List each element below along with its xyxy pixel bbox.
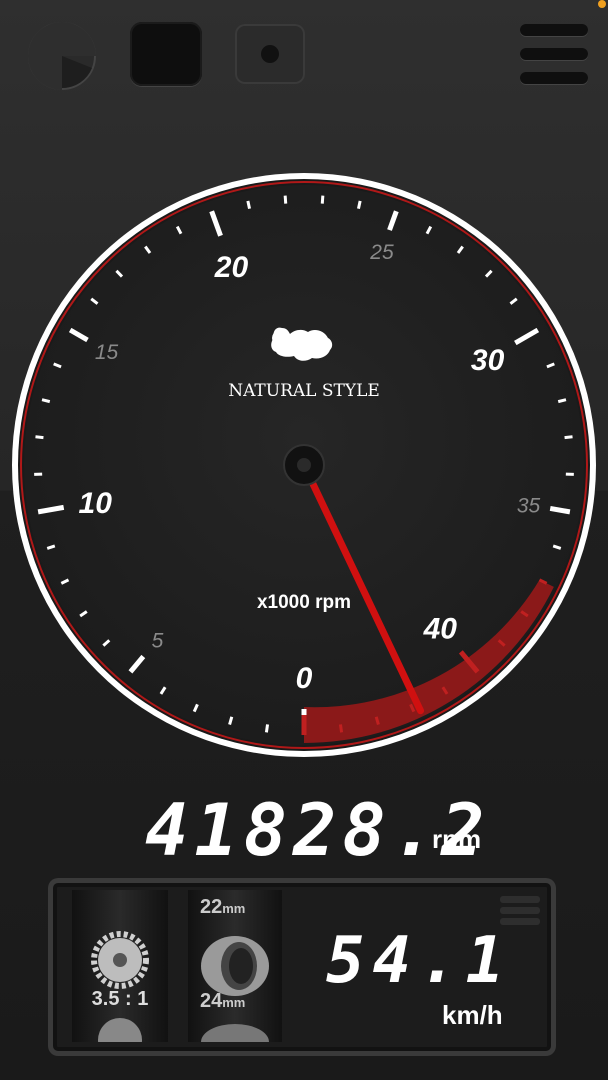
- tire-size-bottom: 24mm: [200, 990, 245, 1013]
- record-icon: [261, 45, 279, 63]
- gauge-tick: [374, 716, 380, 725]
- gear-ratio-label: 3.5 : 1: [91, 988, 149, 1010]
- gauge-tick: [35, 435, 44, 440]
- gauge-major-label: 20: [214, 251, 249, 284]
- gauge-minor-label: 35: [517, 495, 541, 518]
- gauge-tick: [564, 435, 573, 440]
- tachometer-dial: 0 10 20 30 40 5 15 25 35 NATURAL STYLE x1000 rpm: [12, 173, 596, 757]
- speed-unit: km/h: [442, 1000, 503, 1030]
- gauge-major-label: 40: [423, 612, 458, 645]
- gauge-icon: [28, 22, 96, 90]
- panel-menu-button[interactable]: [500, 896, 540, 932]
- menu-icon-bar: [520, 72, 588, 84]
- gauge-tick: [283, 195, 288, 204]
- menu-icon: [500, 896, 540, 903]
- gauge-tick: [246, 200, 251, 210]
- gauge-tick: [41, 398, 51, 404]
- gauge-tick: [549, 505, 571, 515]
- gear-icon: [91, 931, 149, 1062]
- needle-hub-cap: [297, 458, 311, 472]
- gear-ratio-selector[interactable]: [72, 890, 168, 1062]
- gauge-tick: [264, 724, 270, 733]
- rpm-unit: rpm: [432, 824, 482, 854]
- gauge-major-label: 0: [296, 662, 313, 695]
- gauge-major-label: 30: [471, 344, 505, 377]
- menu-icon: [520, 24, 588, 36]
- tire-bottom-unit: mm: [222, 995, 246, 1010]
- speed-readout: 54.1: [326, 924, 513, 998]
- gauge-tick: [557, 398, 567, 404]
- menu-button[interactable]: [520, 24, 588, 86]
- record-button[interactable]: [235, 24, 305, 84]
- menu-icon-bar: [520, 48, 588, 60]
- dark-square-button[interactable]: [130, 22, 202, 86]
- tire-top-value: 22: [200, 896, 223, 918]
- gauge-tick: [320, 195, 325, 204]
- top-toolbar: [0, 0, 608, 100]
- gauge-major-label: 10: [79, 487, 113, 520]
- tire-size-top: 22mm: [200, 896, 245, 919]
- brand-name: NATURAL STYLE: [228, 381, 380, 401]
- tire-top-unit: mm: [222, 901, 246, 916]
- unit-label: x1000 rpm: [257, 592, 351, 613]
- gauge-minor-label: 25: [369, 241, 394, 264]
- tachometer: 0 10 20 30 40 5 15 25 35 NATURAL STYLE x1000 rpm: [0, 170, 608, 770]
- tire-bottom-value: 24: [200, 990, 223, 1012]
- gauge-tick: [357, 200, 362, 210]
- gauge-mode-button[interactable]: [26, 20, 98, 92]
- gauge-minor-label: 15: [95, 341, 119, 364]
- gauge-minor-label: 5: [152, 630, 164, 653]
- gauge-tick: [338, 724, 344, 733]
- menu-icon-bar: [500, 907, 540, 914]
- gauge-tick: [228, 716, 234, 725]
- menu-icon-bar: [500, 918, 540, 925]
